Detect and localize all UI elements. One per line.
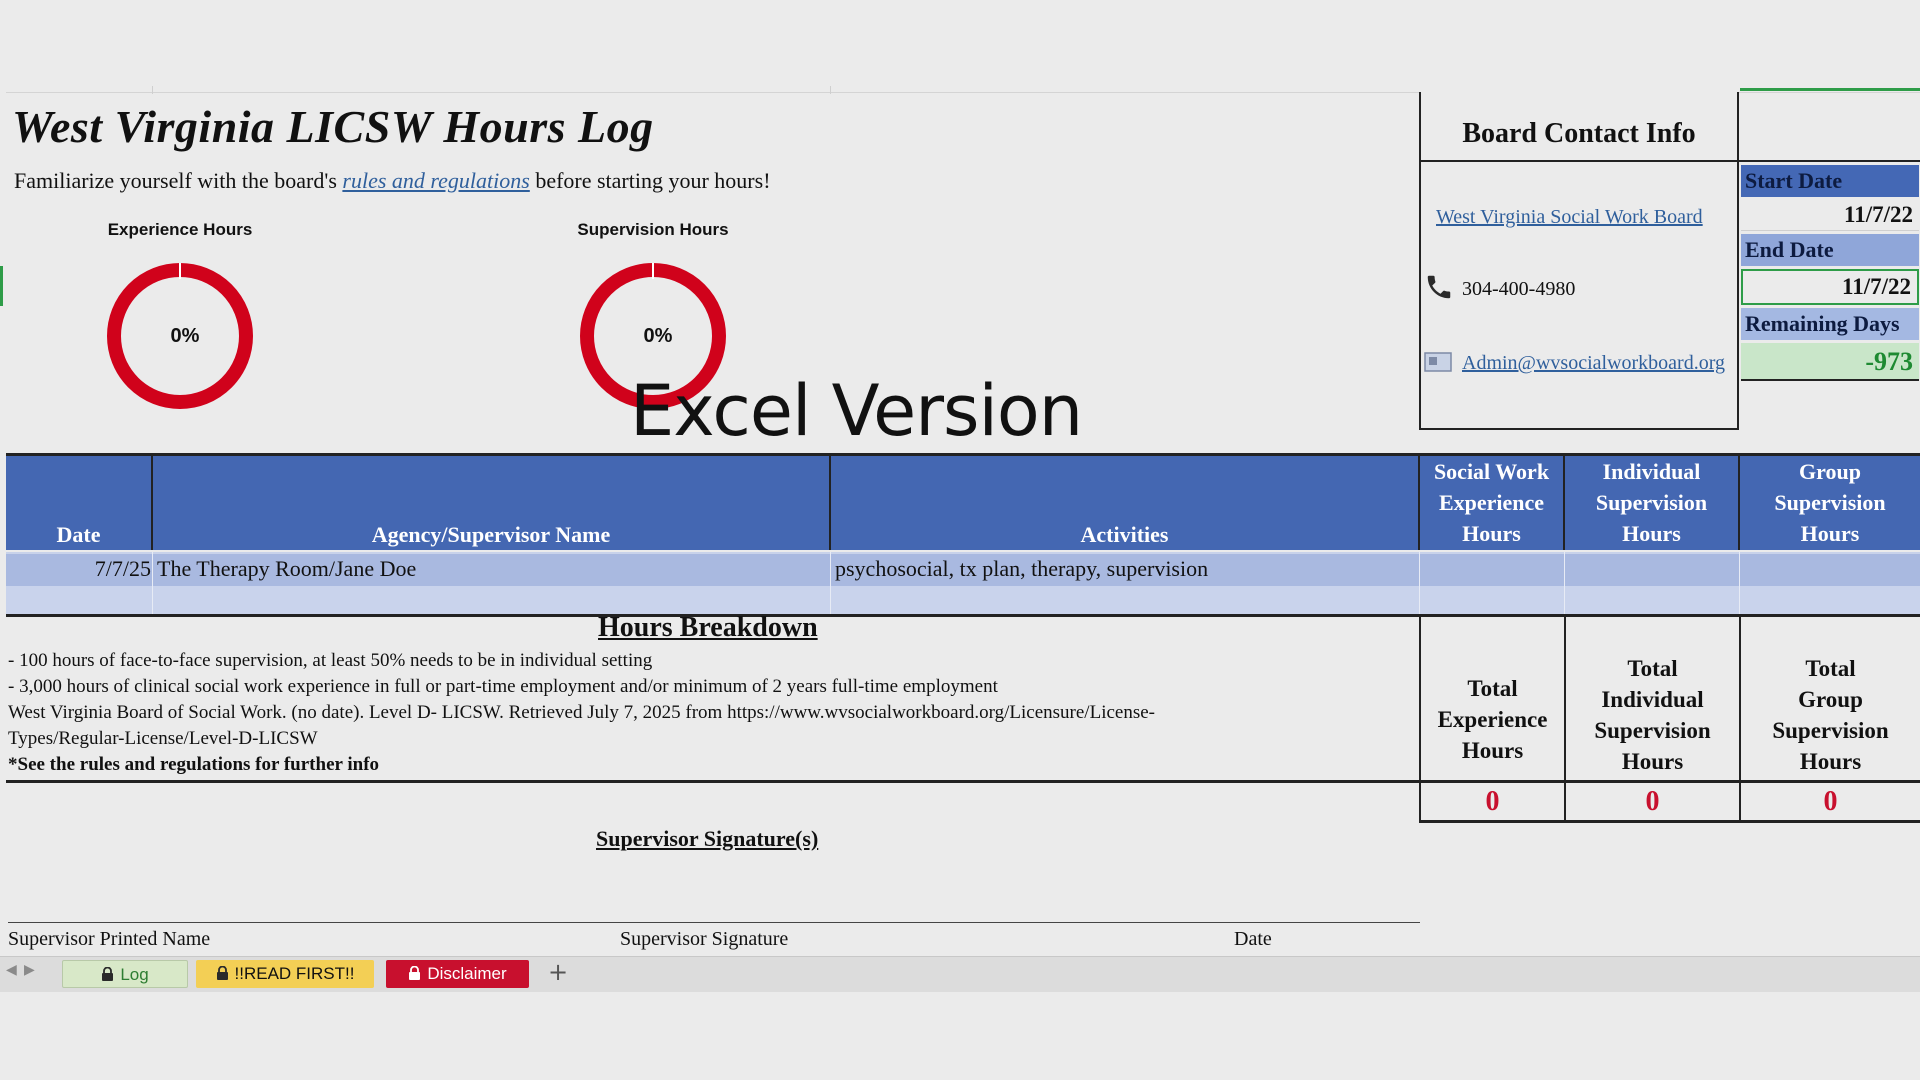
scroll-right-icon[interactable]: ▶	[24, 962, 35, 978]
add-sheet-button[interactable]: +	[548, 958, 568, 986]
contact-heading: Board Contact Info	[1419, 92, 1739, 162]
col-header-activities: Activities	[831, 456, 1420, 550]
total-exp-line1: Total	[1467, 675, 1518, 701]
total-grp-line1: Total	[1805, 656, 1856, 681]
col-header-grp-line2: Supervision	[1774, 490, 1886, 515]
total-grp-line3: Supervision	[1772, 718, 1889, 743]
total-exp-line3: Hours	[1461, 737, 1524, 763]
row-divider	[1739, 552, 1740, 614]
col-header-ind-line1: Individual	[1602, 459, 1701, 484]
total-grp-line4: Hours	[1799, 749, 1862, 774]
selected-cell-indicator	[1740, 88, 1920, 91]
col-header-date-label: Date	[56, 522, 101, 547]
col-header-grp-supervision: Group Supervision Hours	[1740, 456, 1920, 550]
breakdown-line: West Virginia Board of Social Work. (no …	[8, 702, 1155, 723]
scroll-left-icon[interactable]: ◀	[6, 962, 17, 978]
row-divider	[1564, 552, 1565, 614]
total-ind-line3: Supervision	[1594, 718, 1711, 743]
total-ind-line2: Individual	[1601, 687, 1704, 712]
supervision-gauge-label: Supervision Hours	[577, 220, 729, 239]
total-grp-line2: Group	[1798, 687, 1863, 712]
col-header-date: Date	[6, 456, 153, 550]
lock-icon	[216, 965, 228, 980]
column-gridline	[830, 86, 831, 94]
total-exp-line2: Experience	[1437, 706, 1548, 732]
tab-disclaimer[interactable]: Disclaimer	[386, 960, 529, 988]
col-header-grp-line1: Group	[1799, 459, 1861, 484]
start-date-value[interactable]: 11/7/22	[1741, 199, 1919, 231]
experience-gauge-value: 0%	[170, 325, 200, 347]
breakdown-line: - 100 hours of face-to-face supervision,…	[8, 650, 653, 671]
start-date-label: Start Date	[1741, 165, 1919, 197]
col-header-ind-line3: Hours	[1622, 521, 1681, 546]
remaining-days-label: Remaining Days	[1741, 308, 1919, 340]
total-experience-value: 0	[1485, 786, 1500, 817]
row-date-cell[interactable]: 7/7/25	[6, 552, 151, 586]
signature-line	[8, 922, 1420, 923]
supervisor-signature-label: Supervisor Signature	[620, 928, 789, 950]
supervisor-signatures-title: Supervisor Signature(s)	[596, 826, 819, 851]
total-ind-line4: Hours	[1621, 749, 1684, 774]
hours-breakdown-title: Hours Breakdown	[598, 612, 818, 643]
row-agency-cell[interactable]: The Therapy Room/Jane Doe	[157, 552, 827, 586]
page-title: West Virginia LICSW Hours Log	[12, 101, 654, 152]
table-row-empty[interactable]	[6, 586, 1920, 614]
lock-icon	[409, 965, 421, 980]
total-individual-value: 0	[1645, 786, 1660, 817]
col-header-sw-hours: Social Work Experience Hours	[1420, 456, 1565, 550]
total-individual-header: Total Individual Supervision Hours	[1566, 652, 1739, 778]
end-date-value[interactable]: 11/7/22	[1741, 269, 1919, 305]
col-header-sw-line1: Social Work	[1433, 459, 1550, 484]
phone-icon	[1427, 275, 1451, 299]
rules-link[interactable]: rules and regulations	[342, 168, 529, 193]
total-group-value: 0	[1823, 786, 1838, 817]
col-header-ind-supervision: Individual Supervision Hours	[1565, 456, 1740, 550]
row-divider	[830, 552, 831, 614]
total-experience-header: Total Experience Hours	[1421, 660, 1564, 778]
col-header-agency-label: Agency/Supervisor Name	[371, 522, 611, 547]
board-email-link[interactable]: Admin@wvsocialworkboard.org	[1462, 352, 1725, 375]
tab-read-first[interactable]: !!READ FIRST!!	[196, 960, 374, 988]
row-divider	[1419, 552, 1420, 614]
intro-text: Familiarize yourself with the board's ru…	[14, 168, 771, 194]
supervisor-printed-name-label: Supervisor Printed Name	[8, 928, 211, 950]
col-header-ind-line2: Supervision	[1595, 490, 1708, 515]
board-website-link[interactable]: West Virginia Social Work Board	[1436, 206, 1703, 229]
intro-text-before: Familiarize yourself with the board's	[14, 168, 343, 193]
total-group-header: Total Group Supervision Hours	[1741, 652, 1920, 778]
lock-icon	[102, 966, 114, 981]
col-header-sw-line3: Hours	[1462, 521, 1521, 546]
excel-version-caption: Excel Version	[630, 370, 1083, 452]
tab-log-label: Log	[120, 965, 149, 984]
table-bottom-border	[6, 614, 1920, 617]
breakdown-note: *See the rules and regulations for furth…	[8, 754, 380, 775]
side-panel-top	[1739, 92, 1920, 162]
row-indicator	[0, 266, 3, 306]
remaining-days-value: -973	[1741, 343, 1919, 381]
end-date-label: End Date	[1741, 234, 1919, 266]
intro-text-after: before starting your hours!	[529, 168, 771, 193]
experience-gauge-label: Experience Hours	[107, 220, 253, 239]
row-activities-cell[interactable]: psychosocial, tx plan, therapy, supervis…	[835, 552, 1415, 586]
tab-disclaimer-label: Disclaimer	[427, 964, 507, 983]
breakdown-line: - 3,000 hours of clinical social work ex…	[8, 676, 998, 697]
col-header-sw-line2: Experience	[1438, 490, 1545, 515]
board-phone: 304-400-4980	[1462, 278, 1576, 300]
col-header-agency: Agency/Supervisor Name	[153, 456, 831, 550]
row-divider	[152, 552, 153, 614]
total-ind-line1: Total	[1627, 656, 1678, 681]
col-header-activities-label: Activities	[1080, 522, 1169, 547]
breakdown-line: Types/Regular-License/Level-D-LICSW	[8, 728, 318, 749]
col-header-grp-line3: Hours	[1800, 521, 1860, 546]
tab-read-first-label: !!READ FIRST!!	[234, 964, 355, 983]
column-gridline	[152, 86, 153, 94]
envelope-icon	[1424, 352, 1452, 372]
signature-date-label: Date	[1234, 928, 1272, 950]
tab-log[interactable]: Log	[62, 960, 188, 988]
